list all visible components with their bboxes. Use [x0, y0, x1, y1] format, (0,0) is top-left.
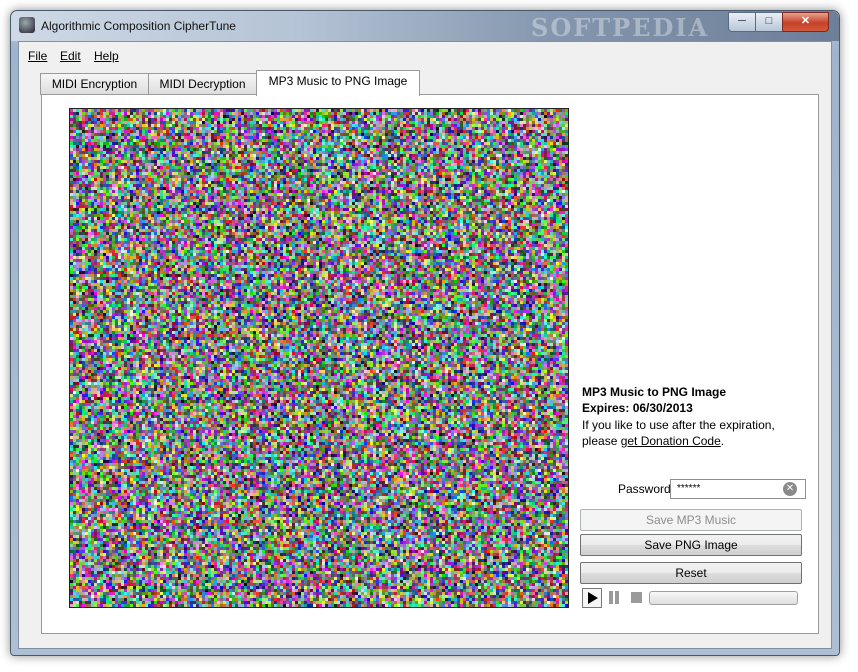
title-bar[interactable]: Algorithmic Composition CipherTune SOFTP… [11, 11, 839, 42]
save-png-button[interactable]: Save PNG Image [580, 534, 802, 556]
donation-suffix: . [720, 434, 725, 448]
donation-note: please get Donation Code. [582, 434, 724, 448]
softpedia-watermark: SOFTPEDIA [531, 13, 710, 42]
menu-file-label: File [28, 49, 48, 63]
reset-button[interactable]: Reset [580, 562, 802, 584]
menu-help[interactable]: Help [94, 49, 119, 63]
menu-edit[interactable]: Edit [60, 49, 81, 63]
save-mp3-button[interactable]: Save MP3 Music [580, 509, 802, 531]
play-icon[interactable] [582, 588, 602, 608]
tab-mp3-to-png[interactable]: MP3 Music to PNG Image [256, 70, 420, 96]
menu-file[interactable]: File [28, 49, 47, 63]
password-label: Password: [618, 482, 675, 496]
pause-icon[interactable] [608, 591, 620, 604]
tab-midi-encryption[interactable]: MIDI Encryption [40, 73, 149, 95]
app-window: Algorithmic Composition CipherTune SOFTP… [10, 10, 840, 656]
menu-help-label: Help [94, 49, 119, 63]
app-icon [19, 17, 35, 33]
expiration-note: If you like to use after the expiration, [582, 418, 775, 432]
window-title: Algorithmic Composition CipherTune [41, 19, 236, 33]
tab-panel: MP3 Music to PNG Image Expires: 06/30/20… [41, 94, 819, 634]
donation-prefix: please [582, 434, 621, 448]
maximize-button[interactable]: □ [755, 12, 783, 32]
stop-icon[interactable] [631, 592, 642, 603]
clear-icon[interactable]: ✕ [783, 482, 797, 496]
png-image-preview [69, 108, 569, 608]
tab-midi-decryption[interactable]: MIDI Decryption [148, 73, 257, 95]
donation-link[interactable]: get Donation Code [621, 434, 721, 448]
minimize-button[interactable]: ─ [728, 12, 756, 32]
menu-bar: File Edit Help [19, 42, 831, 64]
close-button[interactable]: ✕ [782, 12, 829, 32]
expiration-date: Expires: 06/30/2013 [582, 401, 693, 415]
info-title: MP3 Music to PNG Image [582, 385, 727, 399]
client-area: File Edit Help MIDI Encryption MIDI Decr… [18, 41, 832, 649]
playback-progress-bar[interactable] [649, 591, 798, 605]
menu-edit-label: Edit [60, 49, 81, 63]
